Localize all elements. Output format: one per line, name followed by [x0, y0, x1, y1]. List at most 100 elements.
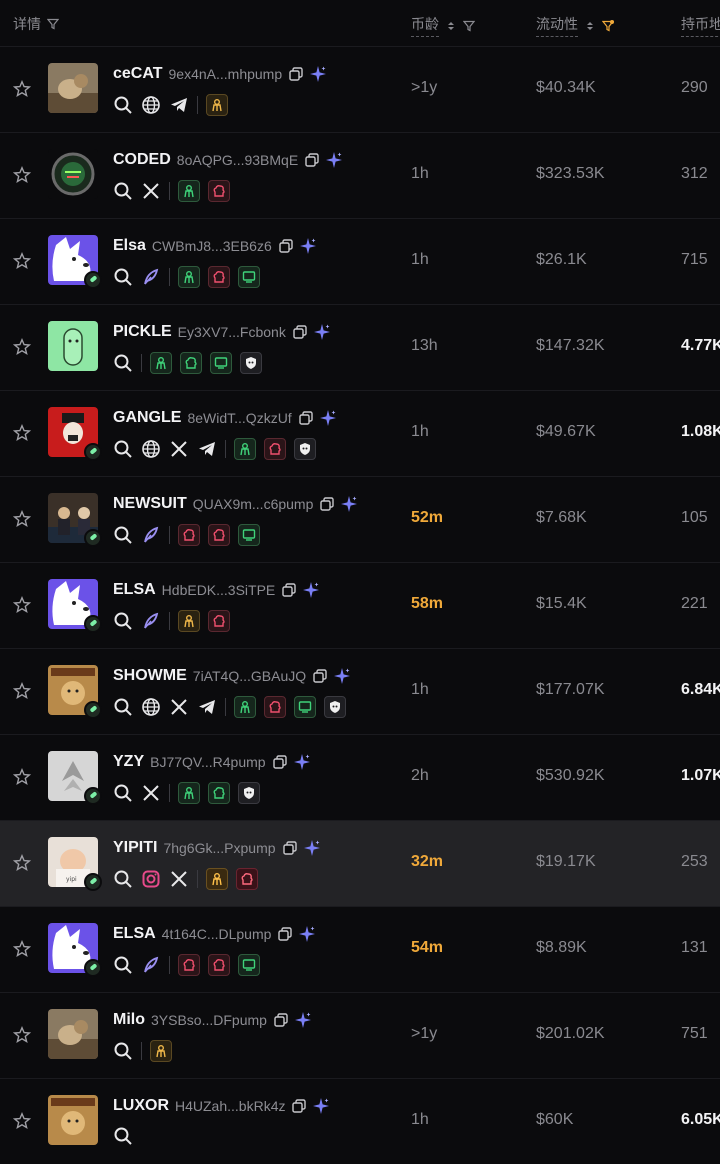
search-icon[interactable] — [113, 525, 133, 545]
header-liquidity[interactable]: 流动性 — [536, 14, 614, 37]
copy-icon[interactable] — [281, 582, 297, 598]
token-avatar[interactable] — [48, 1095, 98, 1145]
token-address[interactable]: CWBmJ8...3EB6z6 — [152, 238, 272, 254]
filter-icon[interactable] — [463, 20, 475, 32]
star-icon[interactable] — [13, 80, 31, 98]
header-details[interactable]: 详情 — [13, 14, 59, 34]
token-symbol[interactable]: NEWSUIT — [113, 495, 187, 513]
dev-hold-icon[interactable] — [150, 1040, 172, 1062]
table-row[interactable]: Elsa CWBmJ8...3EB6z6 1h $26.1K 715 — [0, 218, 720, 304]
star-icon[interactable] — [13, 940, 31, 958]
token-symbol[interactable]: PICKLE — [113, 323, 172, 341]
chef-hat-icon[interactable] — [208, 954, 230, 976]
x-icon[interactable] — [141, 181, 161, 201]
token-symbol[interactable]: CODED — [113, 151, 171, 169]
star-icon[interactable] — [13, 1026, 31, 1044]
token-address[interactable]: 8eWidT...QzkzUf — [187, 410, 291, 426]
token-address[interactable]: 8oAQPG...93BMqE — [177, 152, 298, 168]
dev-hold-icon[interactable] — [234, 438, 256, 460]
token-symbol[interactable]: YZY — [113, 753, 144, 771]
chef-hat-icon[interactable] — [178, 524, 200, 546]
token-symbol[interactable]: GANGLE — [113, 409, 181, 427]
x-icon[interactable] — [169, 697, 189, 717]
token-avatar[interactable] — [48, 149, 98, 199]
search-icon[interactable] — [113, 955, 133, 975]
token-symbol[interactable]: ELSA — [113, 925, 156, 943]
token-avatar[interactable] — [48, 1009, 98, 1059]
x-icon[interactable] — [169, 869, 189, 889]
feather-icon[interactable] — [141, 955, 161, 975]
header-holders[interactable]: 持币地 — [681, 14, 720, 37]
table-row[interactable]: SHOWME 7iAT4Q...GBAuJQ 1h $177.07K 6.84K — [0, 648, 720, 734]
search-icon[interactable] — [113, 611, 133, 631]
chef-hat-icon[interactable] — [208, 610, 230, 632]
token-avatar[interactable] — [48, 321, 98, 371]
star-icon[interactable] — [13, 252, 31, 270]
sort-icon[interactable] — [445, 20, 457, 32]
token-address[interactable]: 3YSBso...DFpump — [151, 1012, 267, 1028]
token-symbol[interactable]: LUXOR — [113, 1097, 169, 1115]
chef-hat-icon[interactable] — [178, 954, 200, 976]
search-icon[interactable] — [113, 95, 133, 115]
monitor-icon[interactable] — [238, 524, 260, 546]
sparkle-icon[interactable] — [310, 66, 327, 82]
search-icon[interactable] — [113, 1126, 133, 1146]
copy-icon[interactable] — [277, 926, 293, 942]
star-icon[interactable] — [13, 768, 31, 786]
search-icon[interactable] — [113, 353, 133, 373]
token-symbol[interactable]: Milo — [113, 1011, 145, 1029]
token-symbol[interactable]: Elsa — [113, 237, 146, 255]
table-row[interactable]: ceCAT 9ex4nA...mhpump >1y $40.34K 290 — [0, 46, 720, 132]
sparkle-icon[interactable] — [334, 668, 351, 684]
star-icon[interactable] — [13, 682, 31, 700]
sparkle-icon[interactable] — [313, 1098, 330, 1114]
feather-icon[interactable] — [141, 525, 161, 545]
dev-hold-icon[interactable] — [234, 696, 256, 718]
monitor-icon[interactable] — [238, 954, 260, 976]
token-symbol[interactable]: ceCAT — [113, 65, 163, 83]
star-icon[interactable] — [13, 854, 31, 872]
token-symbol[interactable]: ELSA — [113, 581, 156, 599]
sparkle-icon[interactable] — [319, 410, 336, 426]
telegram-icon[interactable] — [169, 95, 189, 115]
sparkle-icon[interactable] — [299, 238, 316, 254]
table-row[interactable]: LUXOR H4UZah...bkRk4z 1h $60K 6.05K — [0, 1078, 720, 1164]
chef-hat-icon[interactable] — [236, 868, 258, 890]
token-address[interactable]: QUAX9m...c6pump — [193, 496, 314, 512]
x-icon[interactable] — [169, 439, 189, 459]
dev-hold-icon[interactable] — [178, 180, 200, 202]
chef-hat-icon[interactable] — [264, 438, 286, 460]
sparkle-icon[interactable] — [293, 754, 310, 770]
table-row[interactable]: CODED 8oAQPG...93BMqE 1h $323.53K 312 — [0, 132, 720, 218]
copy-icon[interactable] — [273, 1012, 289, 1028]
table-row[interactable]: YZY BJ77QV...R4pump 2h $530.92K 1.07K — [0, 734, 720, 820]
star-icon[interactable] — [13, 1112, 31, 1130]
token-address[interactable]: BJ77QV...R4pump — [150, 754, 265, 770]
chef-hat-icon[interactable] — [208, 782, 230, 804]
search-icon[interactable] — [113, 783, 133, 803]
chef-hat-icon[interactable] — [208, 524, 230, 546]
dev-hold-icon[interactable] — [206, 868, 228, 890]
shield-icon[interactable] — [240, 352, 262, 374]
chef-hat-icon[interactable] — [180, 352, 202, 374]
copy-icon[interactable] — [312, 668, 328, 684]
star-icon[interactable] — [13, 424, 31, 442]
dev-hold-icon[interactable] — [206, 94, 228, 116]
table-row[interactable]: GANGLE 8eWidT...QzkzUf 1h $49.67K 1.08K — [0, 390, 720, 476]
star-icon[interactable] — [13, 596, 31, 614]
dev-hold-icon[interactable] — [178, 610, 200, 632]
table-row[interactable]: ELSA HdbEDK...3SiTPE 58m $15.4K 221 — [0, 562, 720, 648]
copy-icon[interactable] — [292, 324, 308, 340]
monitor-icon[interactable] — [238, 266, 260, 288]
chef-hat-icon[interactable] — [264, 696, 286, 718]
filter-active-icon[interactable] — [602, 19, 614, 32]
token-address[interactable]: Ey3XV7...Fcbonk — [178, 324, 286, 340]
copy-icon[interactable] — [304, 152, 320, 168]
copy-icon[interactable] — [288, 66, 304, 82]
header-age[interactable]: 币龄 — [411, 14, 475, 37]
shield-icon[interactable] — [238, 782, 260, 804]
copy-icon[interactable] — [272, 754, 288, 770]
shield-icon[interactable] — [324, 696, 346, 718]
token-avatar[interactable] — [48, 63, 98, 113]
dev-hold-icon[interactable] — [178, 266, 200, 288]
